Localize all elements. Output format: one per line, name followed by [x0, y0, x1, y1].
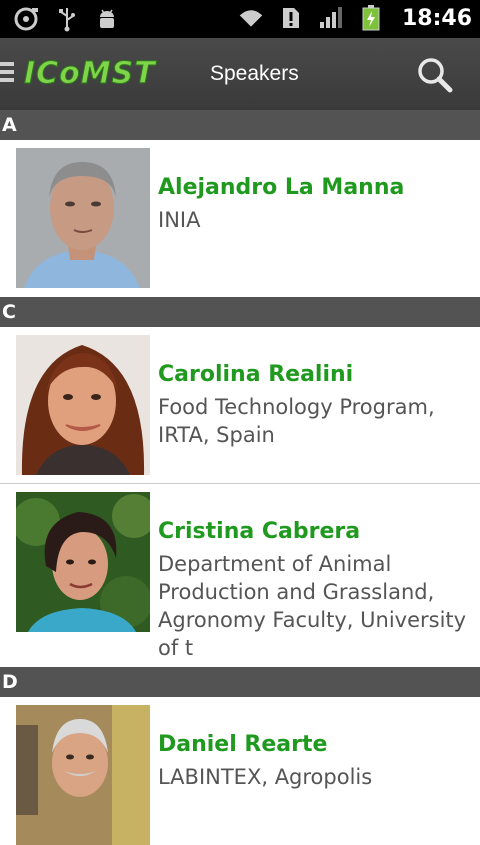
speaker-row[interactable]: Carolina Realini Food Technology Program… [0, 327, 480, 484]
search-button[interactable] [416, 56, 454, 94]
speaker-row[interactable]: Cristina Cabrera Department of Animal Pr… [0, 484, 480, 667]
app-logo[interactable]: ICoMST [24, 56, 156, 92]
speaker-photo [16, 335, 150, 475]
speaker-row[interactable]: Daniel Rearte LABINTEX, Agropolis [0, 697, 480, 845]
section-header-d: D [0, 667, 480, 697]
speaker-affiliation: LABINTEX, Agropolis [158, 765, 373, 789]
signal-icon [318, 5, 344, 31]
android-debug-icon [94, 6, 120, 32]
menu-icon[interactable] [0, 62, 14, 86]
speaker-row[interactable]: Alejandro La Manna INIA [0, 140, 480, 297]
alert-icon [278, 5, 304, 31]
speaker-affiliation: Food Technology Program, IRTA, Spain [158, 395, 435, 447]
action-bar: ICoMST Speakers [0, 38, 480, 110]
sd-card-icon [14, 6, 40, 32]
speaker-photo [16, 705, 150, 845]
speaker-name: Daniel Rearte [158, 732, 328, 757]
status-clock: 18:46 [401, 5, 472, 31]
battery-charging-icon [358, 5, 384, 31]
speaker-photo [16, 148, 150, 288]
speaker-affiliation: Department of Animal Production and Gras… [158, 552, 467, 660]
speaker-name: Cristina Cabrera [158, 519, 361, 544]
usb-icon [54, 6, 80, 32]
section-header-c: C [0, 297, 480, 327]
search-icon [418, 58, 453, 93]
speaker-name: Carolina Realini [158, 362, 354, 387]
wifi-icon [238, 5, 264, 31]
speaker-photo [16, 492, 150, 632]
page-title: Speakers [210, 62, 299, 85]
section-header-a: A [0, 110, 480, 140]
speaker-list[interactable]: A Alejandro La Manna INIA C Carolina Rea… [0, 110, 480, 845]
status-bar: 18:46 [0, 0, 480, 38]
speaker-affiliation: INIA [158, 208, 201, 232]
speaker-name: Alejandro La Manna [158, 175, 405, 200]
